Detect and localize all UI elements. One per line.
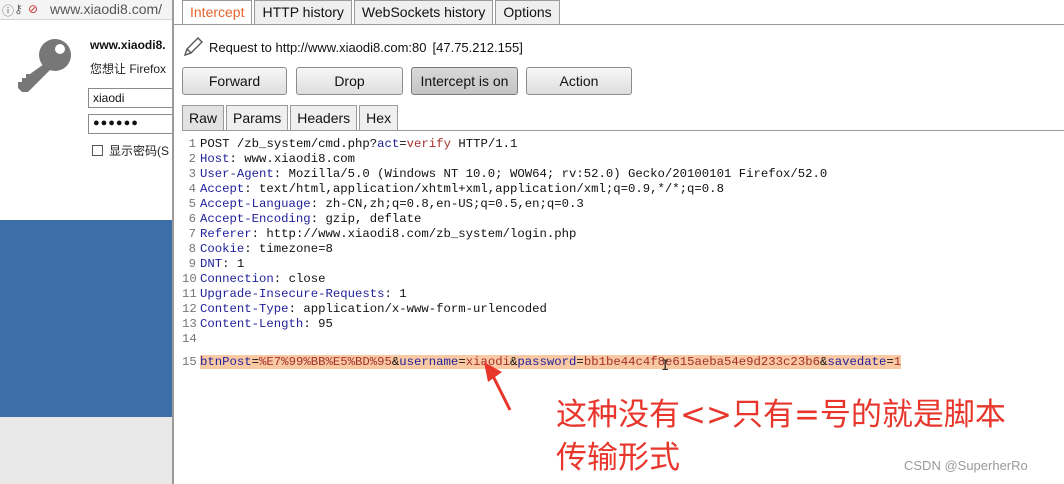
header-value: Mozilla/5.0 (Windows NT 10.0; WOW64; rv:… bbox=[288, 167, 828, 181]
arrow-icon bbox=[484, 362, 512, 411]
show-password-label: 显示密码(S bbox=[109, 144, 170, 158]
username-field[interactable]: xiaodi bbox=[88, 88, 172, 108]
page-info-icon[interactable]: ⓘ bbox=[2, 2, 14, 19]
request-ip: [47.75.212.155] bbox=[432, 39, 523, 55]
key-icon[interactable]: ⚷ bbox=[14, 2, 23, 16]
text-cursor: I bbox=[661, 358, 670, 374]
header-value: close bbox=[288, 272, 326, 286]
tab-http-history[interactable]: HTTP history bbox=[254, 0, 352, 25]
header-line: 12 Content-Type: application/x-www-form-u… bbox=[182, 302, 547, 316]
pencil-icon[interactable] bbox=[182, 36, 204, 58]
tab-options[interactable]: Options bbox=[495, 0, 560, 25]
header-line: 2 Host: www.xiaodi8.com bbox=[188, 152, 355, 166]
header-name: Connection bbox=[200, 272, 274, 286]
watermark: CSDN @SuperherRo bbox=[904, 458, 1028, 473]
header-line: 9 DNT: 1 bbox=[188, 257, 245, 271]
header-value: application/x-www-form-urlencoded bbox=[303, 302, 547, 316]
password-field[interactable]: ●●●●●● bbox=[88, 114, 172, 134]
body-param-key: savedate bbox=[827, 355, 887, 369]
page-footer-area bbox=[0, 417, 172, 484]
header-value: 1 bbox=[236, 257, 245, 271]
header-line: 6 Accept-Encoding: gzip, deflate bbox=[188, 212, 422, 226]
request-line: 1 POST /zb_system/cmd.php?act=verify HTTP… bbox=[188, 137, 518, 151]
body-param-value: bb1be44c4f8e615aeba54e9d233c23b6 bbox=[583, 355, 820, 369]
header-name: Accept-Language bbox=[200, 197, 311, 211]
header-value: zh-CN,zh;q=0.8,en-US;q=0.5,en;q=0.3 bbox=[325, 197, 584, 211]
header-line: 3 User-Agent: Mozilla/5.0 (Windows NT 10.… bbox=[188, 167, 828, 181]
tab-raw[interactable]: Raw bbox=[182, 105, 225, 131]
url-text[interactable]: www.xiaodi8.com/ bbox=[50, 1, 162, 17]
show-password-checkbox[interactable]: 显示密码(S bbox=[92, 142, 169, 159]
dialog-site: www.xiaodi8. bbox=[90, 38, 166, 52]
body-param-value: %E7%99%BB%E5%BD%95 bbox=[259, 355, 392, 369]
browser-window: ⓘ ⚷ ⊘ www.xiaodi8.com/ www.xiaodi8. 您想让 … bbox=[0, 0, 172, 484]
header-value: timezone=8 bbox=[259, 242, 333, 256]
request-target: Request to http://www.xiaodi8.com:80 [47… bbox=[182, 36, 523, 58]
blank-line: 14 bbox=[182, 332, 197, 346]
body-highlight: btnPost=%E7%99%BB%E5%BD%95&username=xiao… bbox=[200, 355, 902, 369]
header-name: Referer bbox=[200, 227, 252, 241]
header-value: www.xiaodi8.com bbox=[244, 152, 355, 166]
header-name: Accept-Encoding bbox=[200, 212, 311, 226]
header-name: DNT bbox=[200, 257, 223, 271]
header-value: 95 bbox=[318, 317, 333, 331]
insecure-icon: ⊘ bbox=[28, 2, 39, 16]
tab-websockets-history[interactable]: WebSockets history bbox=[353, 0, 494, 25]
header-name: User-Agent bbox=[200, 167, 274, 181]
header-line: 10 Connection: close bbox=[182, 272, 326, 286]
header-value: text/html,application/xhtml+xml,applicat… bbox=[259, 182, 724, 196]
message-view-tabs: Raw Params Headers Hex bbox=[182, 105, 400, 131]
tab-params[interactable]: Params bbox=[226, 105, 289, 131]
request-url: Request to http://www.xiaodi8.com:80 bbox=[209, 39, 427, 55]
key-icon bbox=[18, 39, 71, 92]
header-name: Content-Type bbox=[200, 302, 289, 316]
tab-hex[interactable]: Hex bbox=[359, 105, 399, 131]
body-param-key: username bbox=[399, 355, 459, 369]
page-background bbox=[0, 220, 172, 417]
header-line: 5 Accept-Language: zh-CN,zh;q=0.8,en-US;q… bbox=[188, 197, 584, 211]
header-value: 1 bbox=[399, 287, 407, 301]
header-name: Host bbox=[200, 152, 230, 166]
action-button[interactable]: Action bbox=[526, 67, 632, 95]
body-param-key: password bbox=[517, 355, 577, 369]
header-line: 8 Cookie: timezone=8 bbox=[188, 242, 333, 256]
header-line: 4 Accept: text/html,application/xhtml+xml… bbox=[188, 182, 724, 196]
header-name: Content-Length bbox=[200, 317, 304, 331]
header-value: gzip, deflate bbox=[325, 212, 422, 226]
drop-button[interactable]: Drop bbox=[296, 67, 403, 95]
header-name: Cookie bbox=[200, 242, 245, 256]
checkbox-box[interactable] bbox=[92, 145, 103, 156]
header-name: Upgrade-Insecure-Requests bbox=[200, 287, 385, 301]
tab-headers[interactable]: Headers bbox=[290, 105, 358, 131]
dialog-prompt: 您想让 Firefox bbox=[90, 62, 167, 76]
header-line: 7 Referer: http://www.xiaodi8.com/zb_syst… bbox=[188, 227, 577, 241]
annotation-line-1: 这种没有<>只有=号的就是脚本 bbox=[556, 397, 1006, 433]
request-body: 15 btnPost=%E7%99%BB%E5%BD%95&username=xi… bbox=[182, 355, 902, 369]
body-param-key: btnPost bbox=[200, 355, 252, 369]
tab-intercept[interactable]: Intercept bbox=[182, 0, 253, 25]
sub-tab-divider bbox=[182, 130, 1064, 131]
header-line: 13 Content-Length: 95 bbox=[182, 317, 333, 331]
header-line: 11 Upgrade-Insecure-Requests: 1 bbox=[182, 287, 407, 301]
proxy-tabs: Intercept HTTP history WebSockets histor… bbox=[182, 0, 562, 25]
intercept-toggle-button[interactable]: Intercept is on bbox=[411, 67, 518, 95]
header-name: Accept bbox=[200, 182, 245, 196]
forward-button[interactable]: Forward bbox=[182, 67, 287, 95]
body-param-value: 1 bbox=[893, 355, 902, 369]
tab-divider bbox=[174, 24, 1064, 25]
url-bar[interactable]: ⓘ ⚷ ⊘ www.xiaodi8.com/ bbox=[0, 0, 172, 20]
header-value: http://www.xiaodi8.com/zb_system/login.p… bbox=[266, 227, 577, 241]
